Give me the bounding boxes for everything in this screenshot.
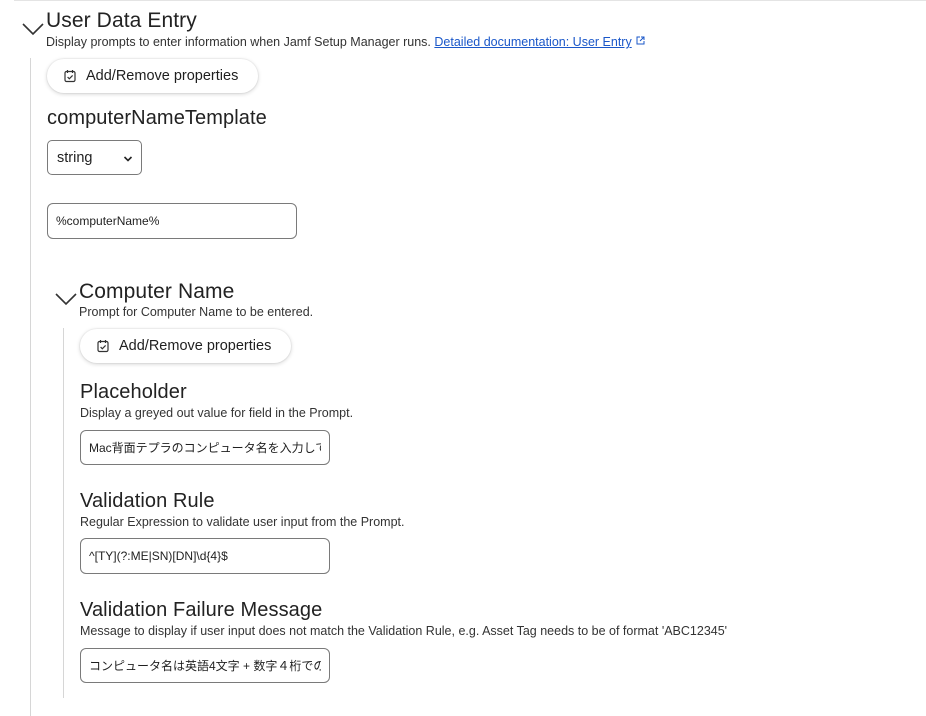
property-description-placeholder: Display a greyed out value for field in …: [80, 406, 354, 420]
add-remove-properties-label: Add/Remove properties: [119, 338, 272, 354]
validation-rule-input[interactable]: [80, 538, 330, 574]
checklist-icon: [96, 339, 110, 353]
type-select-value: string: [57, 149, 93, 166]
section-title-user-data-entry: User Data Entry: [46, 9, 197, 32]
property-title-computer-name-template: computerNameTemplate: [47, 107, 267, 129]
external-link-icon[interactable]: [636, 36, 645, 48]
documentation-link[interactable]: Detailed documentation: User Entry: [434, 35, 631, 49]
placeholder-input[interactable]: [80, 430, 330, 465]
property-title-validation-rule: Validation Rule: [80, 490, 215, 512]
property-description-validation-rule: Regular Expression to validate user inpu…: [80, 515, 405, 529]
add-remove-properties-button[interactable]: Add/Remove properties: [80, 329, 291, 363]
add-remove-properties-button[interactable]: Add/Remove properties: [47, 59, 258, 93]
property-title-validation-failure-message: Validation Failure Message: [80, 599, 323, 621]
property-description-validation-failure-message: Message to display if user input does no…: [80, 624, 728, 638]
section-description-computer-name: Prompt for Computer Name to be entered.: [79, 305, 314, 319]
chevron-down-icon[interactable]: [55, 292, 79, 308]
validation-failure-message-input[interactable]: [80, 648, 330, 683]
type-select[interactable]: string: [47, 140, 142, 175]
checklist-icon: [63, 69, 77, 83]
chevron-down-icon: [123, 152, 133, 162]
section-description-user-data-entry: Display prompts to enter information whe…: [46, 35, 645, 49]
section-title-computer-name: Computer Name: [79, 280, 235, 303]
section-guide-line: [30, 58, 31, 716]
chevron-down-icon[interactable]: [22, 22, 46, 38]
computer-name-template-input[interactable]: [47, 203, 297, 239]
add-remove-properties-label: Add/Remove properties: [86, 68, 239, 84]
description-text: Display prompts to enter information whe…: [46, 35, 431, 49]
top-divider: [14, 0, 926, 1]
subsection-guide-line: [63, 328, 64, 698]
property-title-placeholder: Placeholder: [80, 381, 187, 403]
